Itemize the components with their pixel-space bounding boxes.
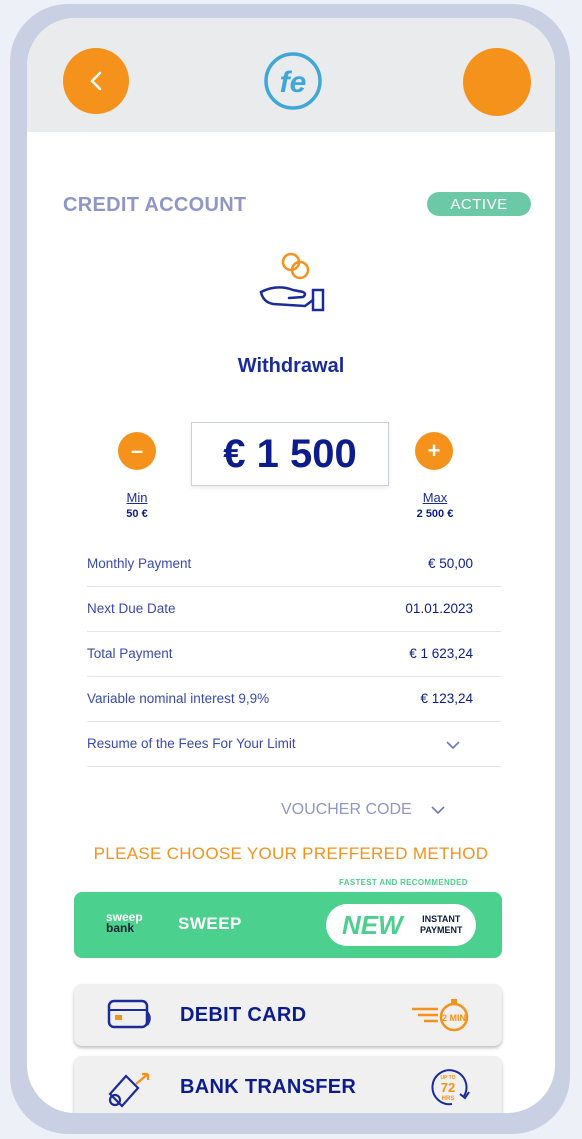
debit-card-method-button[interactable]: DEBIT CARD 2 MIN: [74, 984, 502, 1046]
max-value: 2 500 €: [416, 508, 454, 520]
voucher-label: VOUCHER CODE: [281, 801, 412, 818]
detail-label: Resume of the Fees For Your Limit: [87, 736, 296, 751]
detail-value: 01.01.2023: [405, 601, 473, 616]
detail-row-interest: Variable nominal interest 9,9% € 123,24: [87, 677, 501, 722]
detail-value: € 50,00: [427, 556, 473, 571]
credit-card-icon: [107, 999, 151, 1029]
max-label[interactable]: Max: [395, 490, 475, 505]
min-limit: Min 50 €: [97, 490, 177, 520]
bank-transfer-method-button[interactable]: BANK TRANSFER UP TO 72 HRS: [74, 1056, 502, 1113]
detail-row-fees-resume[interactable]: Resume of the Fees For Your Limit: [87, 722, 501, 767]
sweep-label: SWEEP: [178, 914, 242, 933]
fe-logo: fe: [264, 52, 322, 110]
detail-label: Total Payment: [87, 646, 173, 661]
sweep-bank-logo: sweep bank: [106, 911, 143, 935]
time-unit-text: HRS: [442, 1096, 455, 1102]
detail-row-monthly-payment: Monthly Payment € 50,00: [87, 542, 501, 587]
time-value-text: 72: [441, 1080, 455, 1095]
detail-value: € 1 623,24: [409, 646, 473, 661]
back-button[interactable]: [63, 48, 129, 114]
detail-label: Variable nominal interest 9,9%: [87, 691, 270, 706]
decrease-button[interactable]: –: [118, 432, 156, 470]
time-badge-text: 2 MIN: [442, 1013, 466, 1023]
amount-display[interactable]: € 1 500: [191, 422, 389, 486]
detail-row-total-payment: Total Payment € 1 623,24: [87, 632, 501, 677]
increase-button[interactable]: +: [415, 432, 453, 470]
new-label: NEW: [342, 910, 403, 940]
detail-label: Next Due Date: [87, 601, 176, 616]
min-value: 50 €: [126, 508, 148, 520]
plus-icon: +: [427, 438, 441, 463]
chevron-left-icon: [90, 71, 102, 91]
voucher-code-toggle[interactable]: VOUCHER CODE: [281, 801, 446, 819]
withdrawal-label: Withdrawal: [237, 355, 345, 377]
detail-row-next-due-date: Next Due Date 01.01.2023: [87, 587, 501, 632]
min-label[interactable]: Min: [97, 490, 177, 505]
max-limit: Max 2 500 €: [395, 490, 475, 520]
method-prompt: PLEASE CHOOSE YOUR PREFFERED METHOD: [93, 844, 489, 863]
timer-fast-icon: 2 MIN: [412, 999, 469, 1032]
app-screen: fe CREDIT ACCOUNT ACTIVE Withdrawal – € …: [27, 18, 555, 1113]
detail-label: Monthly Payment: [87, 556, 192, 571]
payment-details: Monthly Payment € 50,00 Next Due Date 01…: [87, 542, 501, 767]
page-title: CREDIT ACCOUNT: [63, 194, 247, 216]
bank-transfer-label: BANK TRANSFER: [180, 1076, 357, 1098]
profile-button[interactable]: [463, 48, 531, 116]
sweep-logo-bottom: bank: [106, 921, 135, 935]
hand-coins-icon: [259, 252, 325, 312]
clock-72-hours-icon: UP TO 72 HRS: [431, 1069, 470, 1106]
top-bar: fe: [27, 18, 555, 132]
instant-payment-text: INSTANT PAYMENT: [420, 914, 463, 936]
recommended-tag: FASTEST AND RECOMMENDED: [339, 878, 468, 887]
status-badge: ACTIVE: [427, 192, 531, 216]
bank-transfer-icon: [108, 1072, 150, 1108]
instant-line: INSTANT: [422, 914, 461, 924]
logo-text: fe: [280, 66, 307, 99]
sweep-method-button[interactable]: sweep bank SWEEP NEW INSTANT PAYMENT: [74, 892, 502, 958]
chevron-down-icon[interactable]: [445, 740, 461, 750]
minus-icon: –: [130, 438, 144, 463]
payment-line: PAYMENT: [420, 925, 463, 935]
instant-payment-badge: NEW INSTANT PAYMENT: [326, 904, 476, 946]
debit-card-label: DEBIT CARD: [180, 1004, 307, 1026]
chevron-down-icon: [431, 806, 445, 814]
detail-value: € 123,24: [420, 691, 473, 706]
